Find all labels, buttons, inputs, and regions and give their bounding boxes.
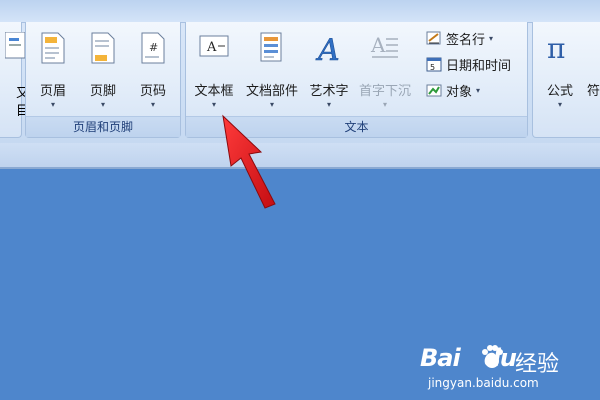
svg-text:A: A [370,33,386,57]
chevron-down-icon: ▾ [557,100,562,109]
watermark-cn: 经验 [515,352,560,377]
text-box-button[interactable]: A 文本框 ▾ [192,30,236,114]
calendar-icon: 5 [426,56,442,72]
ruler-bar [0,143,600,169]
header-button[interactable]: 页眉 ▾ [31,30,75,114]
chevron-down-icon: ▾ [150,100,155,109]
svg-text:#: # [149,41,158,54]
chevron-down-icon: ▾ [326,100,331,109]
signature-icon [426,30,442,46]
chevron-down-icon: ▾ [100,100,105,109]
pi-icon: π [545,32,575,68]
svg-text:A: A [315,33,340,64]
chevron-down-icon: ▾ [50,100,55,109]
wordart-button[interactable]: A 艺术字 ▾ [307,30,351,114]
svg-text:π: π [547,32,565,64]
date-time-label: 日期和时间 [446,58,512,74]
date-time-button[interactable]: 5 日期和时间 [426,54,511,74]
chevron-down-icon: ▾ [211,100,216,109]
drop-cap-icon: A [370,32,400,68]
header-icon [41,32,65,68]
object-button[interactable]: 对象 ▾ [426,80,480,100]
symbol-button-partial[interactable]: Ω 符 ▾ [587,30,600,114]
signature-line-label: 签名行 [446,32,486,48]
quick-parts-button[interactable]: 文档部件 ▾ [246,30,298,114]
equation-label: 公式 [546,84,573,99]
text-box-icon: A [199,32,229,64]
signature-line-button[interactable]: 签名行 ▾ [426,28,493,48]
group-label-header-footer: 页眉和页脚 [26,116,180,137]
quick-parts-icon [260,32,284,68]
annotation-arrow-icon [222,114,276,209]
group-symbols: π 公式 ▾ Ω 符 ▾ [532,22,600,138]
chevron-down-icon: ▾ [269,100,274,109]
page-number-icon: # [141,32,165,68]
svg-text:A: A [206,40,217,55]
chevron-down-icon: ▾ [489,33,494,43]
watermark-url: jingyan.baidu.com [428,376,539,390]
footer-icon [91,32,115,68]
chevron-down-icon: ▾ [382,100,387,109]
equation-button[interactable]: π 公式 ▾ [538,30,582,114]
drop-cap-label: 首字下沉 [358,84,411,99]
wordart-icon: A [314,32,344,69]
chevron-down-icon: ▾ [476,85,481,95]
object-label: 对象 [446,84,473,100]
ribbon-tab-strip [0,0,600,23]
paw-icon [480,344,504,374]
object-icon [426,82,442,98]
ribbon: 又 目 页眉 ▾ 页脚 ▾ # 页码 ▾ 页眉和页脚 A 文本框 ▾ 文档部件 … [0,0,600,144]
footer-button[interactable]: 页脚 ▾ [81,30,125,114]
baidu-watermark: Bai du 经验 jingyan.baidu.com [420,344,570,394]
drop-cap-button: A 首字下沉 ▾ [359,30,411,114]
symbol-label: 符 [587,84,600,99]
partial-button[interactable]: 又 目 [0,30,29,119]
document-icon [4,31,27,64]
page-number-button[interactable]: # 页码 ▾ [131,30,175,114]
group-header-footer: 页眉 ▾ 页脚 ▾ # 页码 ▾ 页眉和页脚 [25,22,181,138]
svg-text:5: 5 [430,63,435,72]
chevron-down-icon: ▾ [591,100,600,110]
